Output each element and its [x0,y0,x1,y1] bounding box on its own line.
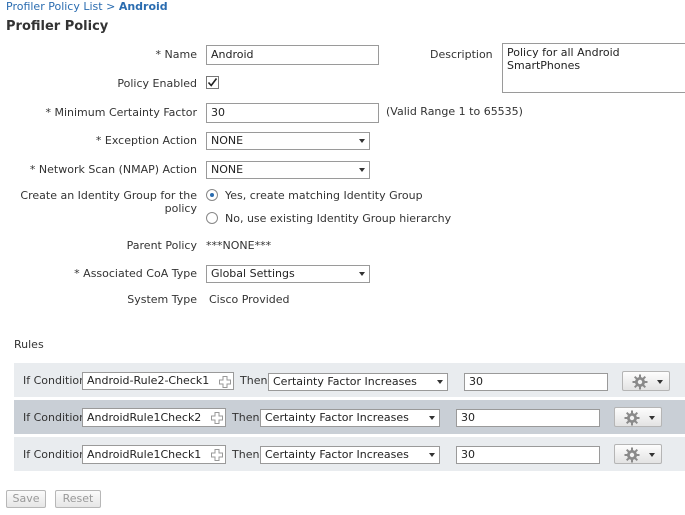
reset-button[interactable]: Reset [55,490,101,508]
chevron-down-icon [649,416,655,420]
nmap-action-label: * Network Scan (NMAP) Action [29,163,197,176]
rule-action-value: Certainty Factor Increases [273,375,417,388]
rule-condition-input[interactable]: Android-Rule2-Check1 [82,372,234,390]
min-certainty-input[interactable]: 30 [206,103,379,123]
identity-no-label[interactable]: No, use existing Identity Group hierarch… [225,212,451,225]
nmap-action-value: NONE [211,163,244,176]
chevron-down-icon [437,380,443,384]
chevron-down-icon [359,272,365,276]
name-input[interactable]: Android [206,45,379,65]
rule-row: If Condition AndroidRule1Check2 Then Cer… [14,400,685,434]
min-certainty-hint: (Valid Range 1 to 65535) [386,105,523,118]
rule-row: If Condition AndroidRule1Check1 Then Cer… [14,437,685,471]
add-condition-icon[interactable] [211,449,223,461]
identity-no-radio[interactable] [206,212,218,224]
gear-icon [624,447,640,463]
save-button[interactable]: Save [6,490,46,508]
rules-heading: Rules [14,338,44,351]
rule-condition-value: AndroidRule1Check2 [87,411,202,424]
if-condition-label: If Condition [23,411,87,424]
system-type-value: Cisco Provided [209,293,290,306]
description-label: Description [430,48,493,61]
exception-action-label: * Exception Action [95,134,197,147]
exception-action-value: NONE [211,134,244,147]
coa-type-value: Global Settings [211,267,295,280]
rule-actions-button[interactable] [614,407,662,427]
rule-actions-button[interactable] [614,444,662,464]
page-title: Profiler Policy [6,19,109,34]
nmap-action-select[interactable]: NONE [206,161,370,179]
policy-enabled-checkbox[interactable] [206,76,219,89]
then-label: Then [240,374,268,387]
exception-action-select[interactable]: NONE [206,132,370,150]
identity-group-label: Create an Identity Group for the policy [20,189,197,215]
chevron-down-icon [429,416,435,420]
gear-icon [632,374,648,390]
rule-actions-button[interactable] [622,371,670,391]
breadcrumb-current: Android [118,0,168,13]
breadcrumb: Profiler Policy List > Android [6,0,168,13]
parent-policy-label: Parent Policy [126,239,197,252]
parent-policy-value: ***NONE*** [206,239,272,252]
add-condition-icon[interactable] [211,412,223,424]
chevron-down-icon [657,380,663,384]
rule-action-value: Certainty Factor Increases [265,411,409,424]
if-condition-label: If Condition [23,374,87,387]
check-icon [207,78,218,87]
if-condition-label: If Condition [23,448,87,461]
rule-condition-value: Android-Rule2-Check1 [87,374,210,387]
chevron-down-icon [649,453,655,457]
breadcrumb-parent-link[interactable]: Profiler Policy List [6,0,103,13]
rule-row: If Condition Android-Rule2-Check1 Then C… [14,363,685,397]
name-label: * Name [155,48,197,61]
rule-condition-value: AndroidRule1Check1 [87,448,202,461]
min-certainty-label: * Minimum Certainty Factor [45,106,197,119]
rule-action-value: Certainty Factor Increases [265,448,409,461]
chevron-down-icon [429,453,435,457]
rule-action-select[interactable]: Certainty Factor Increases [260,409,440,427]
system-type-label: System Type [127,293,197,306]
gear-icon [624,410,640,426]
chevron-down-icon [359,139,365,143]
coa-type-label: * Associated CoA Type [74,267,197,280]
rule-condition-input[interactable]: AndroidRule1Check2 [82,408,226,427]
coa-type-select[interactable]: Global Settings [206,265,370,283]
rule-value-input[interactable]: 30 [456,409,600,427]
rule-value-input[interactable]: 30 [464,373,608,391]
description-textarea[interactable]: Policy for all Android SmartPhones [502,43,685,93]
rule-value-input[interactable]: 30 [456,446,600,464]
breadcrumb-separator: > [102,0,119,13]
rule-action-select[interactable]: Certainty Factor Increases [260,446,440,464]
add-condition-icon[interactable] [219,376,231,388]
identity-yes-label[interactable]: Yes, create matching Identity Group [225,189,423,202]
then-label: Then [232,448,260,461]
chevron-down-icon [359,168,365,172]
rule-action-select[interactable]: Certainty Factor Increases [268,373,448,391]
identity-yes-radio[interactable] [206,189,218,201]
rule-condition-input[interactable]: AndroidRule1Check1 [82,445,226,464]
then-label: Then [232,411,260,424]
policy-enabled-label: Policy Enabled [117,77,197,90]
